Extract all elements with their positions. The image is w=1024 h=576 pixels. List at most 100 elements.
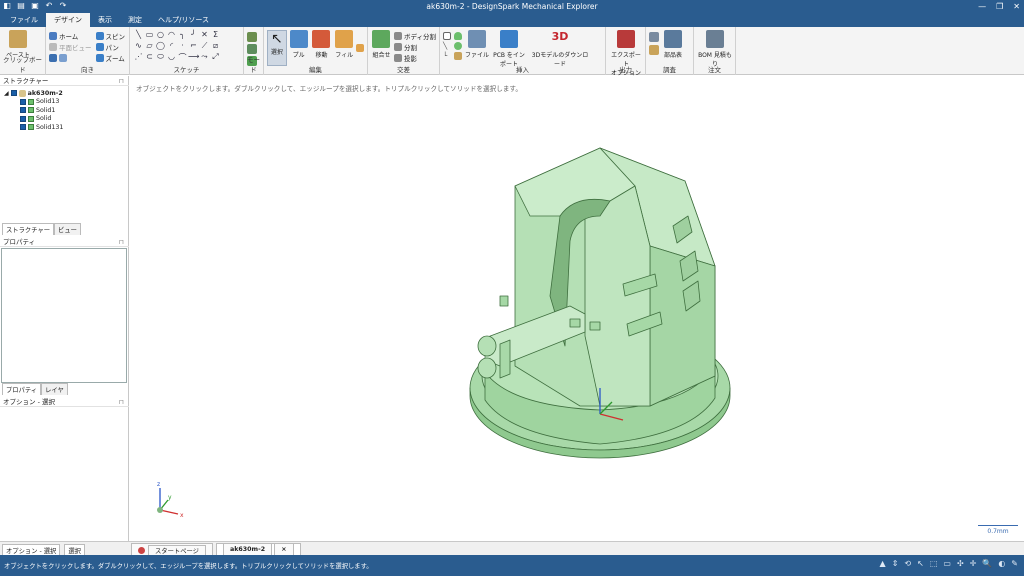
view-cube-icon[interactable] — [49, 53, 57, 62]
tab-design[interactable]: デザイン — [46, 13, 90, 27]
measure-icon[interactable] — [649, 32, 659, 42]
polygon-icon[interactable]: ▱ — [144, 41, 155, 52]
fillet-icon[interactable]: ⌒ — [177, 52, 188, 63]
split-button[interactable]: 分割 — [393, 41, 436, 52]
spin-icon[interactable]: ✣ — [957, 559, 964, 568]
collapse-icon[interactable]: ◢ — [4, 90, 9, 97]
scale-icon[interactable]: ⤢ — [210, 52, 221, 63]
plan-view-icon — [49, 42, 57, 51]
rectangle-icon[interactable]: ▭ — [144, 30, 155, 41]
spin-button[interactable]: スピン — [95, 30, 125, 41]
pencil-icon[interactable]: ✎ — [1011, 559, 1018, 568]
offset-icon[interactable]: ⌐ — [188, 41, 199, 52]
sum-icon[interactable]: Σ — [210, 30, 221, 41]
combine-button[interactable]: 組合せ — [371, 30, 392, 63]
circle-icon[interactable]: ○ — [155, 30, 166, 41]
tree-item[interactable]: Solid — [4, 115, 63, 124]
tab-file[interactable]: ファイル — [2, 13, 46, 27]
sphere-icon[interactable] — [454, 42, 462, 50]
3d-model-download-button[interactable]: 3D 3Dモデルのダウンロード — [529, 30, 591, 68]
visibility-checkbox[interactable] — [20, 124, 26, 131]
tree-item[interactable]: Solid1 — [4, 106, 63, 115]
check-icon[interactable] — [649, 45, 659, 55]
tangent-arc-icon[interactable]: ╮ — [177, 30, 188, 41]
pan-button[interactable]: パン — [95, 41, 126, 52]
pull-button[interactable]: プル — [288, 30, 310, 66]
plane-icon[interactable] — [443, 32, 451, 40]
point-icon[interactable]: · — [177, 41, 188, 52]
bottom-tabs: オプション - 選択 選択 スタートページ ak630m-2 × — [0, 541, 1024, 558]
model-canvas[interactable]: z x y — [130, 76, 1024, 541]
construction-icon[interactable]: ⋰ — [133, 52, 144, 63]
project-sketch-icon[interactable]: ⤳ — [199, 52, 210, 63]
fill-button[interactable]: フィル — [333, 30, 355, 66]
extend-icon[interactable]: ⟶ — [188, 52, 199, 63]
corner-icon[interactable]: ╯ — [188, 30, 199, 41]
properties-header: プロパティ ⊓ — [0, 237, 129, 247]
view-icon[interactable]: ◐ — [998, 559, 1005, 568]
zoom-button[interactable]: ズーム — [95, 52, 126, 63]
plan-view-button[interactable]: 平面ビュー — [49, 41, 92, 52]
tree-item[interactable]: Solid131 — [4, 123, 63, 132]
status-bar: オブジェクトをクリックします。ダブルクリックして、エッジループを選択します。トリ… — [0, 555, 1024, 576]
tab-view[interactable]: ビュー — [54, 223, 81, 235]
trim-icon[interactable]: ✕ — [199, 30, 210, 41]
move-button[interactable]: 移動 — [311, 30, 333, 66]
line-icon[interactable]: ╲ — [133, 30, 144, 41]
origin-icon[interactable]: └ — [443, 52, 451, 60]
updown-icon[interactable]: ⇕ — [892, 559, 899, 568]
tab-help[interactable]: ヘルプ/リソース — [150, 13, 217, 27]
three-point-arc-icon[interactable]: ◡ — [166, 52, 177, 63]
pan-icon[interactable]: ✛ — [970, 559, 977, 568]
sketch-tools: ╲ ▭ ○ ◠ ╮ ╯ ✕ Σ ∿ ▱ ◯ ◜ · ⌐ ⟋ ⧄ ⋰ ⊂ ⬭ ◡ ⌒ ⟶ ⤳ ⤢ — [133, 30, 240, 63]
ellipse2-icon[interactable]: ⬭ — [155, 52, 166, 63]
visibility-checkbox[interactable] — [20, 115, 26, 122]
sweep-arc-icon[interactable]: ◜ — [166, 41, 177, 52]
arc-icon[interactable]: ◠ — [166, 30, 177, 41]
pin-icon[interactable]: ⊓ — [119, 76, 124, 86]
mirror-icon[interactable]: ⧄ — [210, 41, 221, 52]
zoom-icon[interactable]: 🔍 — [982, 559, 992, 568]
pin-icon[interactable]: ⊓ — [119, 237, 124, 247]
layout-icon[interactable]: ▭ — [943, 559, 951, 568]
blend-icon[interactable] — [356, 44, 364, 52]
tab-structure[interactable]: ストラクチャー — [2, 223, 55, 235]
close-icon[interactable]: ✕ — [1013, 0, 1020, 13]
parts-table-button[interactable]: 部品表 — [661, 30, 685, 59]
slot-icon[interactable]: ⊂ — [144, 52, 155, 63]
triangle-icon[interactable]: ▲ — [880, 559, 886, 568]
ellipse-icon[interactable]: ◯ — [155, 41, 166, 52]
box-select-icon[interactable]: ⬚ — [930, 559, 938, 568]
project-button[interactable]: 投影 — [393, 52, 436, 63]
visibility-checkbox[interactable] — [20, 98, 26, 105]
rotate-icon[interactable]: ⟲ — [904, 559, 911, 568]
tab-layers[interactable]: レイヤ — [41, 383, 68, 395]
display-icon[interactable] — [59, 53, 67, 62]
spline-icon[interactable]: ∿ — [133, 41, 144, 52]
home-button[interactable]: ホーム — [49, 30, 92, 41]
tab-display[interactable]: 表示 — [90, 13, 120, 27]
bom-quote-button[interactable]: BOM 見積もり — [697, 30, 733, 68]
design-viewport[interactable]: オブジェクトをクリックします。ダブルクリックして、エッジループを選択します。トリ… — [130, 76, 1024, 541]
tab-measure[interactable]: 測定 — [120, 13, 150, 27]
restore-icon[interactable]: ❐ — [996, 0, 1003, 13]
section-mode-icon[interactable] — [247, 44, 257, 54]
axis-icon[interactable]: ╲ — [443, 42, 451, 50]
tree-root[interactable]: ◢ ak630m-2 — [4, 89, 63, 98]
body-split-button[interactable]: ボディ分割 — [393, 30, 436, 41]
cursor-icon[interactable]: ↖ — [917, 559, 924, 568]
insert-file-button[interactable]: ファイル — [465, 30, 489, 59]
cylinder-icon[interactable] — [454, 32, 462, 40]
visibility-checkbox[interactable] — [10, 90, 17, 97]
tree-item[interactable]: Solid13 — [4, 98, 63, 107]
sketch-mode-icon[interactable] — [247, 32, 257, 42]
select-button[interactable]: ↖ 選択 — [267, 30, 287, 66]
box-icon[interactable] — [454, 52, 462, 60]
bend-icon[interactable]: ⟋ — [199, 41, 210, 52]
pin-icon[interactable]: ⊓ — [119, 397, 124, 407]
pcb-import-button[interactable]: PCB をインポート — [492, 30, 526, 68]
tab-properties[interactable]: プロパティ — [2, 383, 42, 395]
visibility-checkbox[interactable] — [20, 107, 26, 114]
solid-icon — [28, 107, 34, 114]
minimize-icon[interactable]: — — [978, 0, 986, 13]
